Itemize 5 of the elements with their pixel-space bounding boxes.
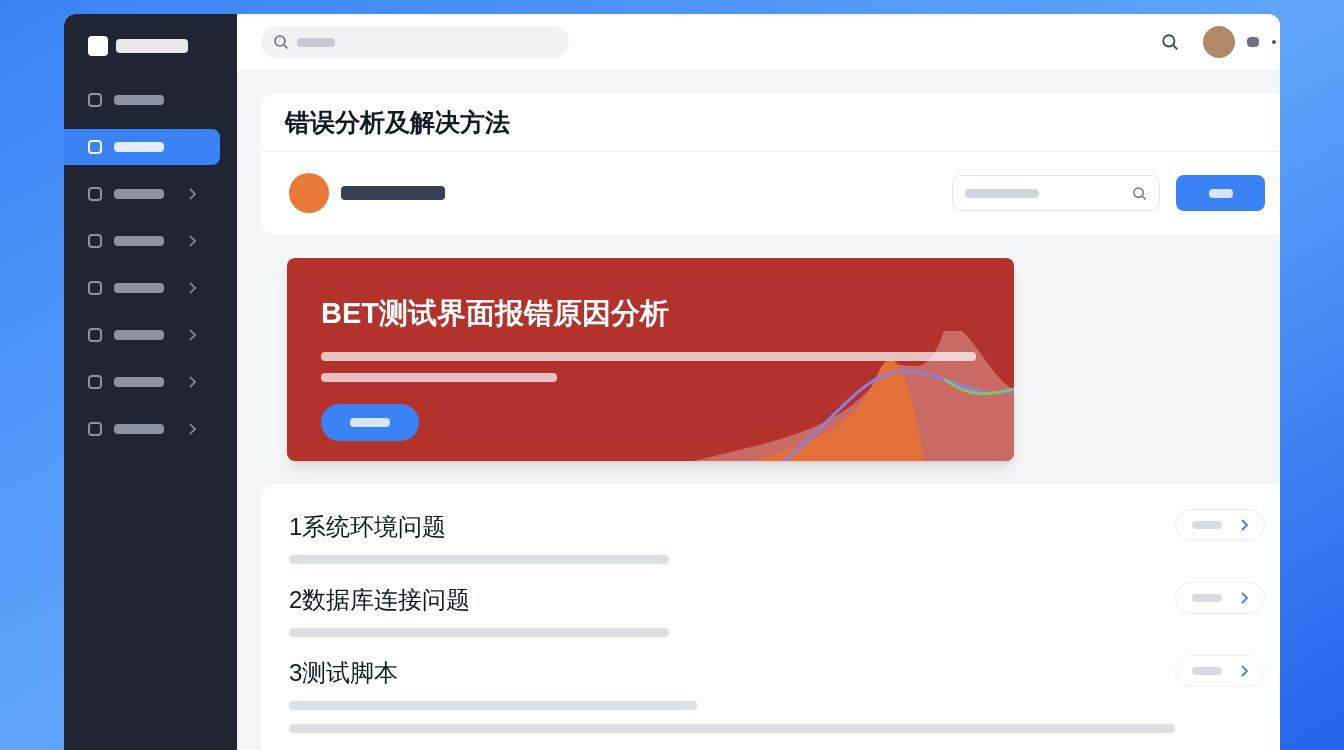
page-title: 错误分析及解决方法	[285, 106, 510, 138]
section-title: 1系统环境问题	[289, 512, 448, 542]
banner-title: BET测试界面报错原因分析	[321, 296, 670, 331]
section-title: 3测试脚本	[289, 658, 400, 688]
section-title: 2数据库连接问题	[289, 585, 472, 615]
